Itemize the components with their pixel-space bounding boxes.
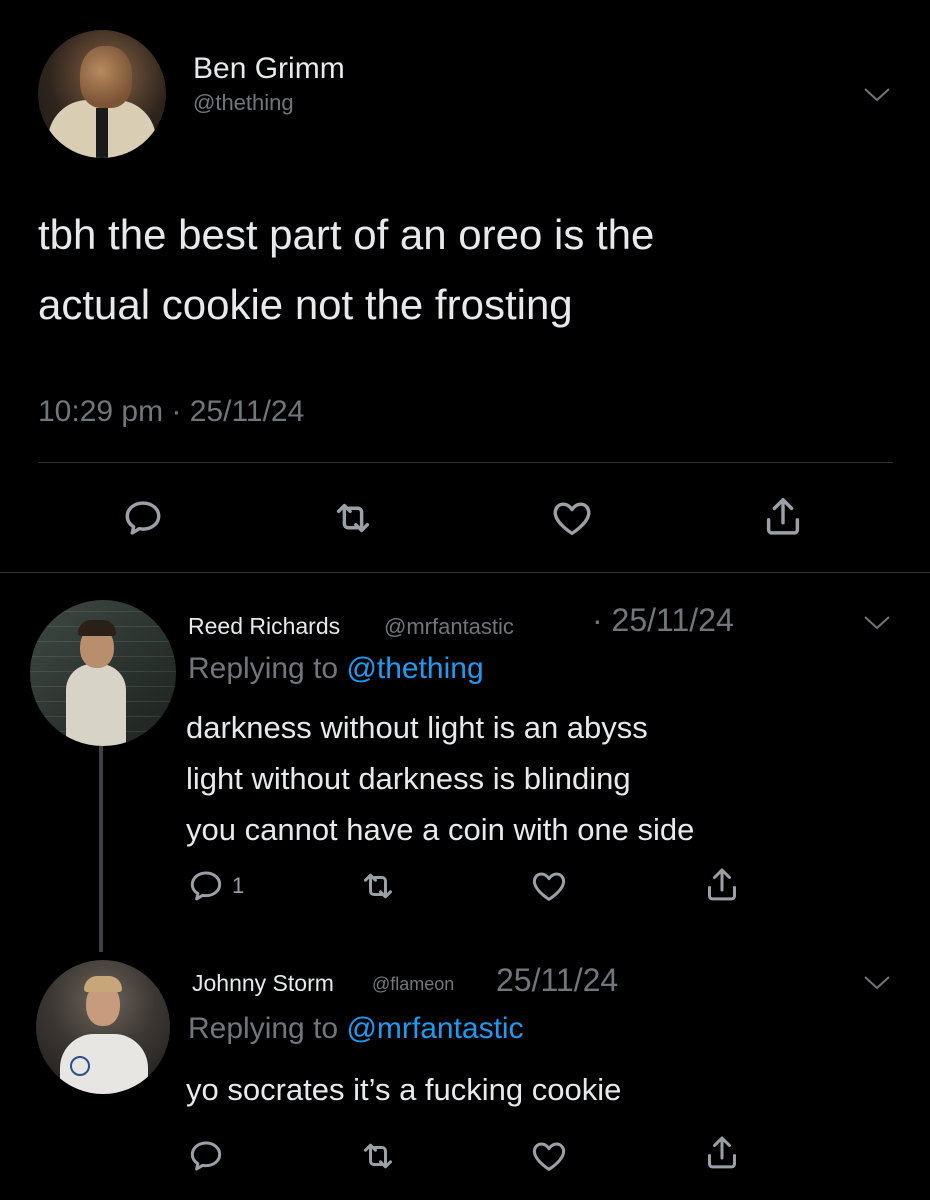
comment-bubble-icon — [125, 501, 161, 535]
reply-button[interactable] — [186, 1136, 226, 1176]
tweet-timestamp[interactable]: 10:29 pm · 25/11/24 — [38, 395, 304, 429]
reply-author-avatar[interactable] — [36, 960, 170, 1094]
replying-to-mention[interactable]: @mrfantastic — [346, 1012, 523, 1045]
reply-text-line: light without darkness is blinding — [186, 761, 631, 796]
retweet-button[interactable] — [358, 866, 398, 906]
chevron-down-icon[interactable] — [862, 972, 892, 992]
share-icon — [708, 868, 736, 901]
retweet-button[interactable] — [330, 495, 376, 541]
avatar-tie — [96, 108, 108, 158]
author-avatar[interactable] — [38, 30, 166, 158]
replying-to-prefix: Replying to — [188, 652, 347, 685]
chevron-down-icon[interactable] — [862, 84, 892, 104]
reply-text-line: yo socrates it’s a fucking cookie — [186, 1072, 622, 1107]
share-icon — [766, 498, 800, 535]
tweet-text-line: tbh the best part of an oreo is the — [38, 211, 655, 258]
avatar-head — [80, 46, 132, 108]
retweet-icon — [336, 503, 370, 533]
author-name[interactable]: Ben Grimm — [193, 52, 345, 86]
reply-text: yo socrates it’s a fucking cookie — [186, 1064, 621, 1115]
chevron-down-icon[interactable] — [862, 612, 892, 632]
reply-text-line: darkness without light is an abyss — [186, 710, 648, 745]
like-button[interactable] — [548, 495, 596, 541]
reply-author-handle[interactable]: @mrfantastic — [384, 614, 514, 640]
author-handle[interactable]: @thething — [193, 90, 294, 116]
replying-to-label: Replying to @mrfantastic — [188, 1012, 524, 1046]
heart-icon — [532, 1142, 566, 1171]
reply-button[interactable] — [120, 495, 166, 541]
reply-author-name[interactable]: Johnny Storm — [192, 970, 334, 997]
share-icon — [708, 1136, 736, 1169]
share-button[interactable] — [702, 864, 742, 906]
like-button[interactable] — [528, 866, 570, 906]
divider — [38, 462, 893, 463]
reply-date[interactable]: 25/11/24 — [496, 962, 618, 999]
avatar-body — [66, 664, 126, 746]
reply-button[interactable]: 1 — [186, 866, 244, 906]
replying-to-prefix: Replying to — [188, 1012, 347, 1045]
share-button[interactable] — [760, 493, 806, 541]
comment-bubble-icon — [190, 871, 222, 901]
replying-to-mention[interactable]: @thething — [346, 652, 483, 685]
like-button[interactable] — [528, 1136, 570, 1176]
reply-text-line: you cannot have a coin with one side — [186, 812, 695, 847]
reply-date[interactable]: · 25/11/24 — [592, 602, 734, 639]
replying-to-label: Replying to @thething — [188, 652, 484, 686]
thread-connector-line — [99, 746, 103, 952]
reply-count: 1 — [232, 873, 245, 898]
retweet-icon — [364, 873, 392, 899]
tweet-text: tbh the best part of an oreo is the actu… — [38, 200, 898, 340]
reply-text: darkness without light is an abyss light… — [186, 702, 694, 855]
avatar-hair — [84, 976, 122, 992]
reply-author-name[interactable]: Reed Richards — [188, 613, 340, 640]
avatar-shirt-logo — [70, 1056, 90, 1076]
heart-icon — [553, 502, 591, 536]
heart-icon — [532, 872, 566, 901]
retweet-button[interactable] — [358, 1136, 398, 1176]
reply-author-avatar[interactable] — [30, 600, 176, 746]
reply-author-handle[interactable]: @flameon — [372, 974, 454, 995]
share-button[interactable] — [702, 1132, 742, 1174]
avatar-hair — [78, 620, 116, 636]
retweet-icon — [364, 1143, 392, 1169]
divider — [0, 572, 930, 573]
tweet-text-line: actual cookie not the frosting — [38, 281, 573, 328]
comment-bubble-icon — [190, 1141, 222, 1171]
